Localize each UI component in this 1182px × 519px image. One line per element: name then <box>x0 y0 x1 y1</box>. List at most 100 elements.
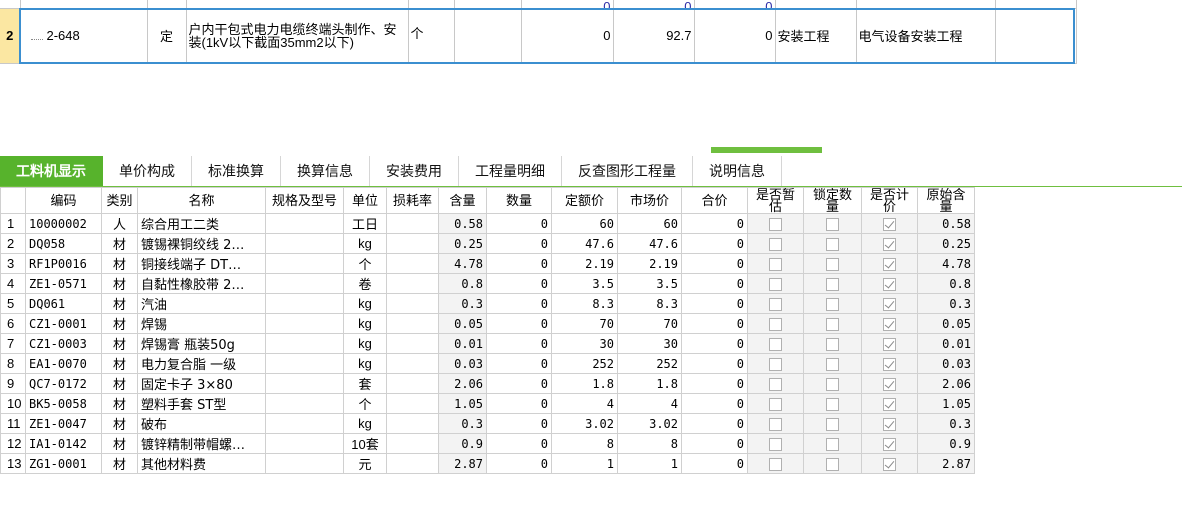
resource-content[interactable]: 2.06 <box>438 373 487 394</box>
resource-code[interactable]: EA1-0070 <box>25 353 102 374</box>
resource-code[interactable]: IA1-0142 <box>25 433 102 454</box>
resource-spec[interactable] <box>265 293 344 314</box>
header-total[interactable]: 合价 <box>681 187 748 214</box>
resource-unit[interactable]: kg <box>343 353 387 374</box>
resource-content[interactable]: 2.87 <box>438 453 487 474</box>
checkbox[interactable] <box>826 418 839 432</box>
provisional-checkbox[interactable] <box>747 273 804 294</box>
resource-content[interactable]: 0.58 <box>438 213 487 234</box>
resource-content[interactable]: 0.3 <box>438 293 487 314</box>
resource-original-content[interactable]: 0.25 <box>917 233 975 254</box>
resource-content[interactable]: 0.03 <box>438 353 487 374</box>
resource-category[interactable]: 材 <box>101 433 138 454</box>
checkbox[interactable] <box>826 458 839 472</box>
is-priced-checkbox[interactable] <box>861 353 918 374</box>
checkbox[interactable] <box>826 278 839 292</box>
resource-market-price[interactable]: 252 <box>617 353 682 374</box>
resource-name[interactable]: 镀锡裸铜绞线 2… <box>137 233 266 254</box>
resource-loss-rate[interactable] <box>386 353 439 374</box>
resource-name[interactable]: 电力复合脂 一级 <box>137 353 266 374</box>
tab-description[interactable]: 说明信息 <box>693 156 782 186</box>
resource-content[interactable]: 0.8 <box>438 273 487 294</box>
resource-unit[interactable]: 10套 <box>343 433 387 454</box>
splitter-handle[interactable] <box>711 147 822 153</box>
lock-quantity-checkbox[interactable] <box>803 353 862 374</box>
lock-quantity-checkbox[interactable] <box>803 253 862 274</box>
is-priced-checkbox[interactable] <box>861 313 918 334</box>
header-provisional[interactable]: 是否暂估 <box>747 187 804 214</box>
checkbox[interactable] <box>883 418 896 432</box>
resource-content[interactable]: 0.25 <box>438 233 487 254</box>
resource-unit[interactable]: kg <box>343 233 387 254</box>
header-name[interactable]: 名称 <box>137 187 266 214</box>
quota-quantity[interactable]: 0 <box>521 8 614 64</box>
resource-unit[interactable]: 元 <box>343 453 387 474</box>
checkbox[interactable] <box>883 318 896 332</box>
resource-unit[interactable]: kg <box>343 413 387 434</box>
resource-code[interactable]: QC7-0172 <box>25 373 102 394</box>
is-priced-checkbox[interactable] <box>861 413 918 434</box>
header-spec[interactable]: 规格及型号 <box>265 187 344 214</box>
checkbox[interactable] <box>769 378 782 392</box>
resource-loss-rate[interactable] <box>386 413 439 434</box>
resource-unit[interactable]: kg <box>343 293 387 314</box>
resource-total[interactable]: 0 <box>681 413 748 434</box>
resource-market-price[interactable]: 47.6 <box>617 233 682 254</box>
provisional-checkbox[interactable] <box>747 253 804 274</box>
partial-row[interactable]: 0 0 0 <box>0 0 1077 9</box>
resource-total[interactable]: 0 <box>681 373 748 394</box>
resource-original-content[interactable]: 0.58 <box>917 213 975 234</box>
resource-quantity[interactable]: 0 <box>486 353 552 374</box>
resource-spec[interactable] <box>265 313 344 334</box>
resource-original-content[interactable]: 1.05 <box>917 393 975 414</box>
resource-category[interactable]: 材 <box>101 373 138 394</box>
resource-row[interactable]: 11 ZE1-0047 材破布 kg 0.3 0 3.02 3.02 0 0.3 <box>0 413 975 434</box>
provisional-checkbox[interactable] <box>747 213 804 234</box>
lock-quantity-checkbox[interactable] <box>803 333 862 354</box>
resource-quota-price[interactable]: 3.5 <box>551 273 618 294</box>
provisional-checkbox[interactable] <box>747 393 804 414</box>
resource-spec[interactable] <box>265 253 344 274</box>
resource-code[interactable]: ZG1-0001 <box>25 453 102 474</box>
quota-extra[interactable] <box>995 8 1077 64</box>
checkbox[interactable] <box>769 318 782 332</box>
tab-labor-material-machine[interactable]: 工料机显示 <box>0 156 103 186</box>
quota-code-cell[interactable]: 2-648 <box>20 8 148 64</box>
resource-quota-price[interactable]: 60 <box>551 213 618 234</box>
resource-quantity[interactable]: 0 <box>486 433 552 454</box>
checkbox[interactable] <box>883 438 896 452</box>
checkbox[interactable] <box>769 218 782 232</box>
resource-unit[interactable]: 卷 <box>343 273 387 294</box>
checkbox[interactable] <box>883 238 896 252</box>
checkbox[interactable] <box>769 358 782 372</box>
resource-code[interactable]: 10000002 <box>25 213 102 234</box>
resource-original-content[interactable]: 4.78 <box>917 253 975 274</box>
resource-quantity[interactable]: 0 <box>486 253 552 274</box>
lock-quantity-checkbox[interactable] <box>803 213 862 234</box>
resource-quota-price[interactable]: 47.6 <box>551 233 618 254</box>
provisional-checkbox[interactable] <box>747 353 804 374</box>
lock-quantity-checkbox[interactable] <box>803 453 862 474</box>
is-priced-checkbox[interactable] <box>861 333 918 354</box>
resource-quantity[interactable]: 0 <box>486 293 552 314</box>
checkbox[interactable] <box>826 318 839 332</box>
resource-spec[interactable] <box>265 213 344 234</box>
resource-market-price[interactable]: 60 <box>617 213 682 234</box>
resource-quota-price[interactable]: 1.8 <box>551 373 618 394</box>
resource-name[interactable]: 汽油 <box>137 293 266 314</box>
resource-original-content[interactable]: 0.03 <box>917 353 975 374</box>
resource-name[interactable]: 焊锡 <box>137 313 266 334</box>
tab-unit-price-composition[interactable]: 单价构成 <box>103 156 192 186</box>
resource-content[interactable]: 1.05 <box>438 393 487 414</box>
resource-market-price[interactable]: 3.02 <box>617 413 682 434</box>
tab-standard-conversion[interactable]: 标准换算 <box>192 156 281 186</box>
checkbox[interactable] <box>826 238 839 252</box>
resource-quota-price[interactable]: 2.19 <box>551 253 618 274</box>
is-priced-checkbox[interactable] <box>861 433 918 454</box>
header-lock-quantity[interactable]: 锁定数量 <box>803 187 862 214</box>
resource-quantity[interactable]: 0 <box>486 333 552 354</box>
resource-row[interactable]: 10 BK5-0058 材塑料手套 ST型个 1.05 0 4 4 0 1.05 <box>0 393 975 414</box>
resource-row[interactable]: 1 10000002 人综合用工二类 工日 0.58 0 60 60 0 0.58 <box>0 213 975 234</box>
resource-quota-price[interactable]: 8 <box>551 433 618 454</box>
resource-spec[interactable] <box>265 333 344 354</box>
